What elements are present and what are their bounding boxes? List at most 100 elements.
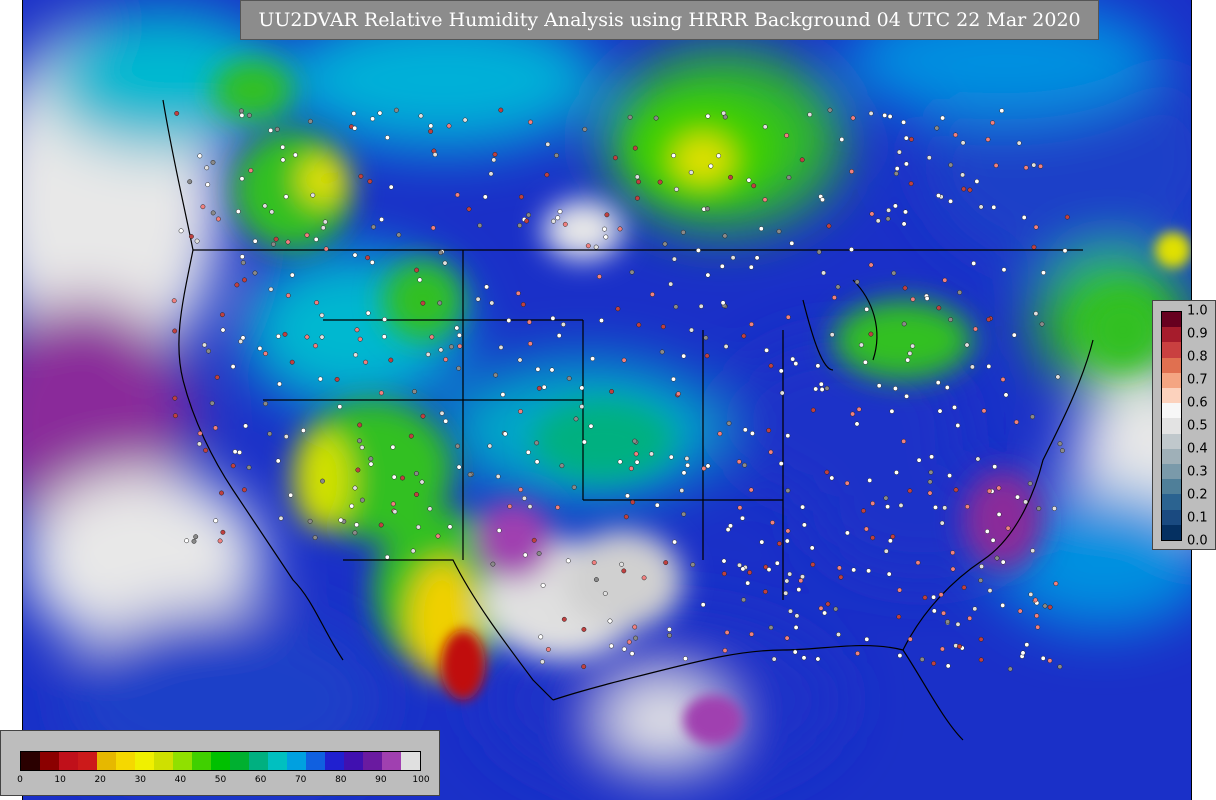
station-marker [310,192,316,198]
station-marker [304,334,310,340]
station-marker [667,632,672,638]
station-marker [280,144,286,150]
station-marker [868,331,874,337]
station-marker [367,178,373,184]
station-marker [931,608,937,614]
station-marker [237,449,243,455]
station-marker [820,197,825,203]
station-marker [721,558,727,564]
station-marker [307,118,313,124]
station-marker [741,333,747,339]
station-marker [894,166,900,172]
station-marker [944,385,950,390]
station-marker [891,270,897,276]
station-marker [904,393,910,399]
station-marker [215,216,221,222]
station-marker [990,537,996,543]
station-marker [427,506,433,512]
rh-colorbar-segment [344,752,363,770]
rh-colorbar-tick-label: 0 [17,775,23,785]
station-marker [722,233,728,239]
station-marker [285,239,291,245]
rh-colorbar-segment [59,752,78,770]
station-marker [726,420,732,426]
station-marker [816,249,822,255]
station-marker [1000,377,1006,382]
station-marker [1011,332,1017,338]
station-marker [784,538,790,544]
station-marker [663,560,669,566]
station-marker [822,610,828,616]
station-marker [488,171,494,177]
station-marker [491,157,497,163]
station-marker [673,304,679,310]
station-marker [770,520,775,526]
station-marker [724,630,730,635]
increment-colorbar-segment [1162,464,1181,480]
station-marker [681,511,687,517]
station-marker [776,228,782,234]
station-marker [875,218,881,224]
rh-colorbar-segment [401,752,420,770]
station-marker [581,664,587,670]
station-marker [703,335,709,341]
station-marker [886,571,892,577]
station-marker [544,172,550,178]
station-marker [657,179,663,185]
station-marker [238,108,244,114]
station-marker [790,356,796,362]
station-marker [582,126,588,132]
station-marker [758,226,764,232]
station-marker [764,347,770,353]
rh-colorbar-segment [21,752,40,770]
station-marker [945,663,951,669]
station-marker [312,535,318,541]
station-marker [960,172,966,178]
station-marker [1016,140,1022,146]
station-marker [197,153,203,159]
station-marker [695,247,701,253]
station-marker [716,153,722,159]
station-marker [893,171,899,177]
station-marker [894,470,899,475]
station-marker [300,428,306,433]
station-marker [352,485,358,491]
station-marker [883,495,889,501]
station-marker [978,657,984,663]
station-marker [742,427,748,433]
station-marker [633,451,639,457]
rh-colorbar: 0 10 20 30 40 50 60 70 80 90 100 [0,730,440,796]
station-marker [562,221,568,227]
station-marker [929,454,935,460]
station-marker [784,133,790,138]
station-marker [363,359,369,365]
station-marker [623,514,629,520]
station-marker [1000,602,1006,608]
station-marker [621,357,627,363]
station-marker [204,165,210,171]
rh-colorbar-tick-label: 60 [254,775,267,785]
station-marker [388,357,394,363]
station-marker [889,408,895,414]
station-marker [978,577,984,583]
station-marker [214,374,220,380]
station-marker [785,488,791,494]
station-marker [685,462,691,468]
station-marker [194,238,200,244]
station-marker [466,206,472,212]
station-marker [730,255,736,261]
station-marker [719,263,725,269]
station-marker [936,305,942,311]
station-marker [234,282,240,288]
station-marker [1040,655,1046,661]
station-marker [365,310,371,316]
station-marker [263,351,268,357]
station-marker [313,236,319,242]
station-marker [354,522,360,528]
rh-colorbar-tick-label: 80 [335,775,347,785]
station-marker [1005,525,1011,531]
increment-colorbar-segment [1162,494,1181,510]
station-marker [740,515,745,521]
station-marker [634,195,640,201]
station-marker [550,315,556,321]
